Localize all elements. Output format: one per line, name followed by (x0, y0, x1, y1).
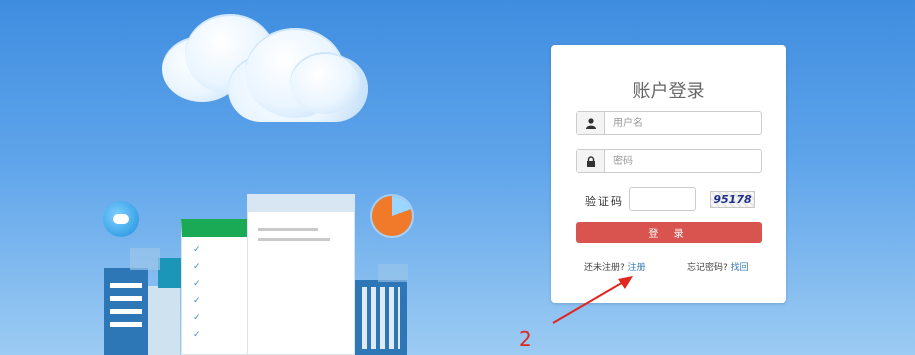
lock-icon (577, 150, 605, 172)
recover-link[interactable]: 找回 (731, 263, 749, 273)
annotation-number: 2 (519, 327, 532, 351)
user-icon (577, 112, 605, 134)
password-field[interactable] (576, 149, 762, 173)
register-row: 还未注册? 注册 (584, 260, 646, 273)
password-input[interactable] (605, 154, 755, 168)
login-panel: 账户登录 验证码 95178 登 录 还未注册? 注册 忘记密码? 找回 (551, 45, 786, 303)
checkmark-list-icon: ✓ ✓ ✓ ✓ ✓ ✓ (193, 245, 201, 340)
forgot-row: 忘记密码? 找回 (687, 260, 749, 273)
login-button[interactable]: 登 录 (576, 222, 762, 243)
captcha-input[interactable] (629, 187, 696, 211)
register-prompt: 还未注册? (584, 263, 625, 273)
chat-bubble-icon (103, 201, 139, 237)
username-input[interactable] (605, 116, 755, 130)
register-link[interactable]: 注册 (628, 263, 646, 273)
login-title: 账户登录 (632, 81, 705, 102)
username-field[interactable] (576, 111, 762, 135)
forgot-prompt: 忘记密码? (687, 263, 728, 273)
pie-chart-icon (372, 196, 412, 236)
captcha-label: 验证码 (585, 195, 624, 208)
document-illustration (181, 219, 251, 355)
captcha-image[interactable]: 95178 (710, 191, 755, 208)
